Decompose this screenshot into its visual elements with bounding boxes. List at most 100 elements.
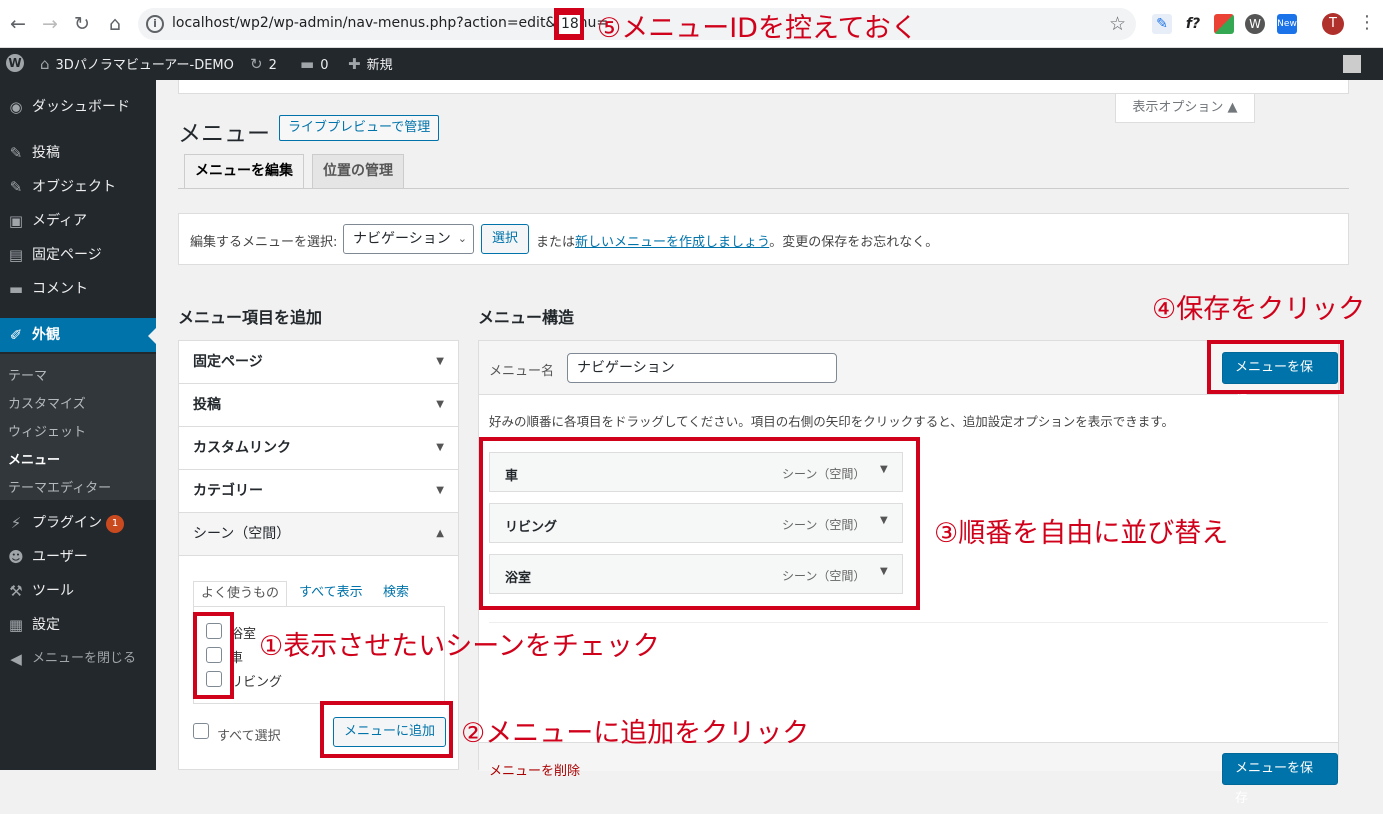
bookmark-star-icon[interactable]: ☆ [1109,13,1126,35]
sidebar-item-plugins[interactable]: ⚡ プラグイン 1 [0,506,156,540]
scrollbar[interactable] [1371,175,1383,770]
wrench-icon: ⚒ [9,582,23,600]
url-text[interactable]: localhost/wp2/wp-admin/nav-menus.php?act… [172,15,608,31]
tab-view-all[interactable]: すべて表示 [299,581,363,607]
main-content: 表示オプション ▲ メニュー ライブプレビューで管理 メニューを編集 位置の管理… [156,80,1383,806]
select-menu-label: 編集するメニューを選択: [190,235,338,250]
home-icon: ⌂ [40,55,50,73]
pin-icon: ✎ [9,178,23,196]
accordion-label: 投稿 [193,397,221,413]
sidebar-item-label: オブジェクト [32,179,116,195]
select-button[interactable]: 選択 [481,224,530,254]
save-menu-button-bottom[interactable]: メニューを保存 [1222,753,1338,806]
submenu-customize[interactable]: カスタマイズ [8,393,86,412]
annotation-box-add [320,701,453,758]
updates-count: 2 [268,58,277,73]
tab-most-used[interactable]: よく使うもの [193,581,288,607]
sidebar-item-settings[interactable]: ▦ 設定 [0,608,156,642]
accordion-label: 固定ページ [193,354,263,370]
comments-link[interactable]: ▬ 0 [300,48,328,80]
triangle-down-icon: ▼ [436,485,444,496]
annotation-box-order [479,437,920,610]
extension-dropper-icon[interactable]: ✎ [1152,14,1172,34]
sidebar-item-label: ツール [32,583,74,599]
triangle-down-icon: ▼ [436,442,444,453]
create-new-menu-link[interactable]: 新しいメニューを作成しましょう [575,235,769,250]
updates-link[interactable]: ↻ 2 [250,48,277,80]
tab-edit-menus[interactable]: メニューを編集 [184,154,304,189]
update-count-badge: 1 [106,515,124,533]
triangle-down-icon: ▼ [436,399,444,410]
pin-icon: ✎ [9,144,23,162]
annotation-box-menu-id [554,8,584,40]
profile-avatar[interactable]: T [1322,13,1344,35]
page-icon: ▤ [8,246,24,264]
annotation-text-1: ①表示させたいシーンをチェック [259,631,660,662]
sidebar-item-pages[interactable]: ▤ 固定ページ [0,238,156,272]
browser-menu-icon[interactable]: ⋮ [1358,12,1376,33]
tab-search[interactable]: 検索 [383,581,409,607]
new-content-link[interactable]: ✚ 新規 [348,48,393,80]
forward-icon[interactable]: → [38,12,62,36]
back-icon[interactable]: ← [6,12,30,36]
sidebar-item-label: メディア [32,213,88,229]
tabs-divider [178,188,1349,189]
dashboard-icon: ◉ [9,98,23,116]
sidebar-item-label: ダッシュボード [32,99,130,115]
sidebar-item-objects[interactable]: ✎ オブジェクト [0,170,156,204]
sidebar-item-label: 固定ページ [32,247,102,263]
sidebar-item-dashboard[interactable]: ◉ ダッシュボード [0,90,156,124]
site-info-icon[interactable]: i [146,15,164,33]
select-all-checkbox[interactable] [193,723,209,739]
annotation-text-5: ⑤メニューIDを控えておく [597,13,918,44]
submenu-widgets[interactable]: ウィジェット [8,421,86,440]
updates-icon: ↻ [250,55,263,73]
wordpress-logo-icon[interactable]: W [4,48,26,80]
annotation-box-checkboxes [193,612,234,699]
plugin-icon: ⚡ [10,514,22,532]
accordion-pages[interactable]: 固定ページ ▼ [179,341,458,384]
new-label: 新規 [366,58,393,73]
comment-icon: ▬ [300,55,315,73]
user-icon: ☻ [8,548,24,566]
annotation-text-2: ②メニューに追加をクリック [461,718,810,749]
accordion-label: シーン（空間） [193,526,291,542]
accordion-posts[interactable]: 投稿 ▼ [179,384,458,427]
menu-select-dropdown[interactable]: ナビゲーション ⌄ [343,224,474,254]
appearance-submenu: テーマ カスタマイズ ウィジェット メニュー テーマエディター [0,354,156,500]
submenu-menus[interactable]: メニュー [8,449,60,468]
screen-options-button[interactable]: 表示オプション ▲ [1115,94,1255,123]
tab-manage-locations[interactable]: 位置の管理 [312,154,404,189]
add-items-heading: メニュー項目を追加 [178,308,323,327]
extension-wordpress-icon[interactable]: W [1245,14,1265,34]
extension-new-icon[interactable]: New [1277,14,1297,34]
scene-tabs: よく使うもの すべて表示 検索 [193,581,446,607]
extension-google-icon[interactable] [1214,14,1234,34]
live-preview-button[interactable]: ライブプレビューで管理 [279,115,440,141]
submenu-themes[interactable]: テーマ [8,365,47,384]
sidebar-item-media[interactable]: ▣ メディア [0,204,156,238]
sidebar-item-label: 設定 [32,617,60,633]
home-icon[interactable]: ⌂ [103,12,127,36]
menu-name-input[interactable]: ナビゲーション [567,353,837,383]
accordion-categories[interactable]: カテゴリー ▼ [179,470,458,513]
chevron-down-icon: ⌄ [457,232,467,245]
extension-font-icon[interactable]: f? [1183,14,1203,34]
sidebar-item-tools[interactable]: ⚒ ツール [0,574,156,608]
sidebar-item-appearance[interactable]: ✐ 外観 [0,318,156,352]
sidebar-item-posts[interactable]: ✎ 投稿 [0,136,156,170]
user-avatar[interactable] [1343,55,1361,73]
accordion-custom-links[interactable]: カスタムリンク ▼ [179,427,458,470]
triangle-down-icon: ▼ [436,356,444,367]
accordion-scenes[interactable]: シーン（空間） ▲ [179,513,458,556]
submenu-theme-editor[interactable]: テーマエディター [8,477,111,496]
site-name-link[interactable]: ⌂ 3Dパノラマビューアー-DEMO [40,48,234,80]
sidebar-item-users[interactable]: ☻ ユーザー [0,540,156,574]
sidebar-item-comments[interactable]: ▬ コメント [0,272,156,306]
sidebar-item-collapse[interactable]: ◀ メニューを閉じる [0,642,156,676]
reload-icon[interactable]: ↻ [70,12,94,36]
or-text: または [536,235,576,250]
screen-meta [178,80,1349,94]
accordion-label: カテゴリー [193,483,263,499]
annotation-box-save [1207,340,1344,394]
